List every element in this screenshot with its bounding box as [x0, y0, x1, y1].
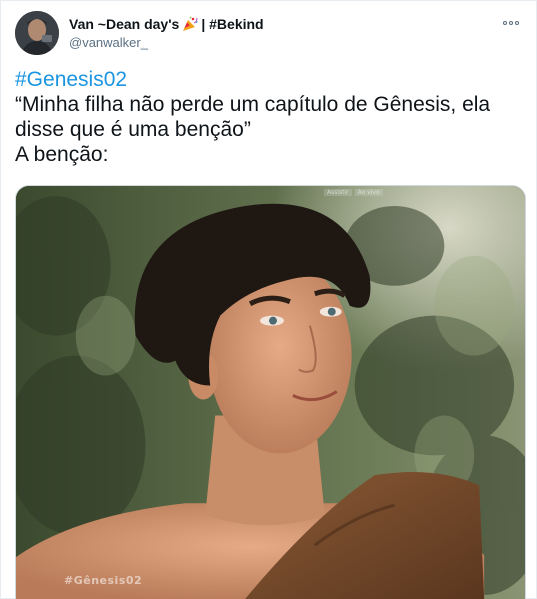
tweet-line-2: disse que é uma benção”	[15, 118, 251, 141]
more-options-button[interactable]	[500, 13, 522, 33]
author-block: Van ~Dean day's | #Bekind @vanwalker_	[69, 15, 264, 52]
avatar-image	[15, 11, 59, 55]
display-name-text: Van ~Dean day's	[69, 16, 180, 32]
display-name[interactable]: Van ~Dean day's | #Bekind	[69, 15, 264, 33]
display-name-suffix: | #Bekind	[201, 16, 264, 32]
hashtag-link[interactable]: #Genesis02	[15, 67, 522, 92]
party-popper-icon	[181, 16, 199, 32]
tweet-line-3: A benção:	[15, 143, 109, 166]
avatar[interactable]	[15, 11, 59, 55]
dot-icon	[503, 21, 507, 25]
player-item-0: Assistir	[324, 189, 352, 196]
dot-icon	[509, 21, 513, 25]
handle[interactable]: @vanwalker_	[69, 34, 264, 52]
media-picture	[16, 186, 525, 599]
tweet-media-image[interactable]: Assistir Ao vivo #Gênesis02	[15, 185, 526, 599]
player-bar: Assistir Ao vivo	[324, 189, 383, 196]
tweet-card: Van ~Dean day's | #Bekind @vanwalker_ #G…	[0, 0, 537, 599]
dot-icon	[515, 21, 519, 25]
tweet-line-1: “Minha filha não perde um capítulo de Gê…	[15, 93, 491, 116]
tweet-text: #Genesis02 “Minha filha não perde um cap…	[15, 67, 522, 167]
player-item-1: Ao vivo	[354, 189, 383, 196]
media-watermark: #Gênesis02	[64, 574, 143, 587]
